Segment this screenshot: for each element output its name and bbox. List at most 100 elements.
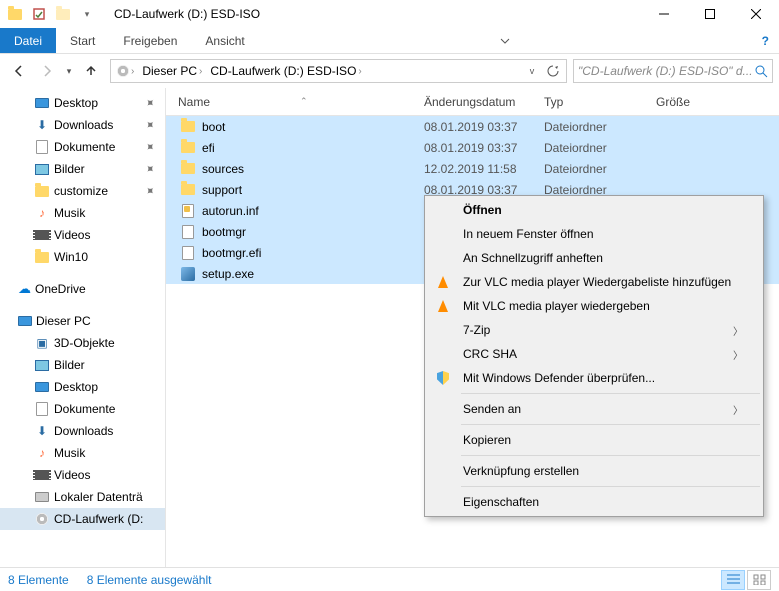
minimize-button[interactable]: [641, 0, 687, 28]
column-size[interactable]: Größe: [656, 95, 779, 109]
file-name: bootmgr: [202, 225, 246, 239]
file-name: sources: [202, 162, 244, 176]
menu-item[interactable]: In neuem Fenster öffnen: [427, 222, 761, 246]
downloads-icon: ⬇: [34, 423, 50, 439]
music-icon: ♪: [34, 205, 50, 221]
docs-icon: [34, 139, 50, 155]
video-icon: [34, 227, 50, 243]
menu-item[interactable]: Zur VLC media player Wiedergabeliste hin…: [427, 270, 761, 294]
breadcrumb-item-drive[interactable]: CD-Laufwerk (D:) ESD-ISO›: [206, 64, 365, 78]
vlc-icon: [435, 274, 451, 290]
ribbon-file-tab[interactable]: Datei: [0, 28, 56, 53]
nav-quick-item[interactable]: Bilder✦: [0, 158, 165, 180]
nav-pc-item[interactable]: CD-Laufwerk (D:: [0, 508, 165, 530]
menu-item-label: Senden an: [463, 402, 521, 416]
menu-item[interactable]: Mit Windows Defender überprüfen...: [427, 366, 761, 390]
search-icon: [755, 65, 768, 78]
menu-item-label: Mit Windows Defender überprüfen...: [463, 371, 655, 385]
nav-pc-item[interactable]: Bilder: [0, 354, 165, 376]
file-type: Dateiordner: [544, 141, 656, 155]
nav-this-pc[interactable]: Dieser PC: [0, 310, 165, 332]
folder-icon: [180, 182, 196, 198]
chevron-right-icon: 〉: [733, 323, 743, 338]
column-name[interactable]: Name⌃: [166, 95, 424, 109]
menu-separator: [461, 424, 760, 425]
column-modified[interactable]: Änderungsdatum: [424, 95, 544, 109]
properties-icon[interactable]: [28, 3, 50, 25]
nav-pc-item[interactable]: ▣3D-Objekte: [0, 332, 165, 354]
nav-quick-item[interactable]: ⬇Downloads✦: [0, 114, 165, 136]
menu-item[interactable]: CRC SHA〉: [427, 342, 761, 366]
menu-item[interactable]: Kopieren: [427, 428, 761, 452]
address-bar-row: ▾ › Dieser PC› CD-Laufwerk (D:) ESD-ISO›…: [0, 54, 779, 88]
address-dropdown-icon[interactable]: v: [522, 58, 542, 84]
menu-item-label: In neuem Fenster öffnen: [463, 227, 594, 241]
close-button[interactable]: [733, 0, 779, 28]
pin-icon: ✦: [141, 94, 158, 111]
back-button[interactable]: [6, 58, 32, 84]
ribbon: Datei Start Freigeben Ansicht ?: [0, 28, 779, 54]
column-headers[interactable]: Name⌃ Änderungsdatum Typ Größe: [166, 88, 779, 116]
menu-item-label: Verknüpfung erstellen: [463, 464, 579, 478]
menu-item[interactable]: Mit VLC media player wiedergeben: [427, 294, 761, 318]
menu-item[interactable]: Verknüpfung erstellen: [427, 459, 761, 483]
nav-quick-item[interactable]: Win10: [0, 246, 165, 268]
ribbon-tab-start[interactable]: Start: [56, 28, 109, 53]
status-selected: 8 Elemente ausgewählt: [87, 573, 212, 587]
sort-indicator-icon: ⌃: [300, 96, 308, 107]
recent-locations-icon[interactable]: ▾: [62, 58, 76, 84]
menu-item[interactable]: Öffnen: [427, 198, 761, 222]
nav-quick-item[interactable]: Desktop✦: [0, 92, 165, 114]
breadcrumb-item-pc[interactable]: Dieser PC›: [138, 64, 206, 78]
file-row[interactable]: efi08.01.2019 03:37Dateiordner: [166, 137, 779, 158]
qat-dropdown-icon[interactable]: ▾: [76, 3, 98, 25]
menu-item-label: An Schnellzugriff anheften: [463, 251, 603, 265]
nav-quick-item[interactable]: Dokumente✦: [0, 136, 165, 158]
folder-icon: [180, 119, 196, 135]
nav-pc-item[interactable]: Lokaler Datenträ: [0, 486, 165, 508]
quick-access-toolbar: ▾: [4, 3, 98, 25]
nav-quick-item[interactable]: Videos: [0, 224, 165, 246]
file-name: boot: [202, 120, 225, 134]
search-input[interactable]: "CD-Laufwerk (D:) ESD-ISO" d...: [573, 59, 773, 83]
nav-onedrive[interactable]: ☁OneDrive: [0, 278, 165, 300]
nav-pc-item[interactable]: Dokumente: [0, 398, 165, 420]
ribbon-help-icon[interactable]: ?: [752, 28, 779, 53]
navigation-pane[interactable]: Desktop✦⬇Downloads✦Dokumente✦Bilder✦cust…: [0, 88, 166, 567]
breadcrumb-root-icon[interactable]: ›: [113, 65, 138, 77]
menu-item[interactable]: Senden an〉: [427, 397, 761, 421]
title-bar: ▾ CD-Laufwerk (D:) ESD-ISO: [0, 0, 779, 28]
view-large-icons-button[interactable]: [747, 570, 771, 590]
file-row[interactable]: boot08.01.2019 03:37Dateiordner: [166, 116, 779, 137]
nav-pc-item[interactable]: Videos: [0, 464, 165, 486]
up-button[interactable]: [78, 58, 104, 84]
nav-pc-item[interactable]: ⬇Downloads: [0, 420, 165, 442]
pin-icon: ✦: [141, 182, 158, 199]
menu-item[interactable]: An Schnellzugriff anheften: [427, 246, 761, 270]
pics-icon: [34, 161, 50, 177]
nav-pc-item[interactable]: Desktop: [0, 376, 165, 398]
exe-icon: [180, 266, 196, 282]
ribbon-tab-share[interactable]: Freigeben: [109, 28, 191, 53]
nav-pc-item[interactable]: ♪Musik: [0, 442, 165, 464]
video-icon: [34, 467, 50, 483]
ribbon-tab-view[interactable]: Ansicht: [191, 28, 258, 53]
forward-button[interactable]: [34, 58, 60, 84]
menu-item[interactable]: Eigenschaften: [427, 490, 761, 514]
file-name: efi: [202, 141, 215, 155]
view-details-button[interactable]: [721, 570, 745, 590]
nav-quick-item[interactable]: customize✦: [0, 180, 165, 202]
new-folder-icon[interactable]: [52, 3, 74, 25]
menu-item[interactable]: 7-Zip〉: [427, 318, 761, 342]
ribbon-expand-icon[interactable]: [490, 28, 520, 53]
pics-icon: [34, 357, 50, 373]
menu-item-label: Kopieren: [463, 433, 511, 447]
maximize-button[interactable]: [687, 0, 733, 28]
address-bar[interactable]: › Dieser PC› CD-Laufwerk (D:) ESD-ISO› v: [110, 59, 567, 83]
file-modified: 08.01.2019 03:37: [424, 120, 544, 134]
column-type[interactable]: Typ: [544, 95, 656, 109]
nav-quick-item[interactable]: ♪Musik: [0, 202, 165, 224]
file-row[interactable]: sources12.02.2019 11:58Dateiordner: [166, 158, 779, 179]
refresh-icon[interactable]: [542, 58, 564, 84]
file-icon: [180, 224, 196, 240]
